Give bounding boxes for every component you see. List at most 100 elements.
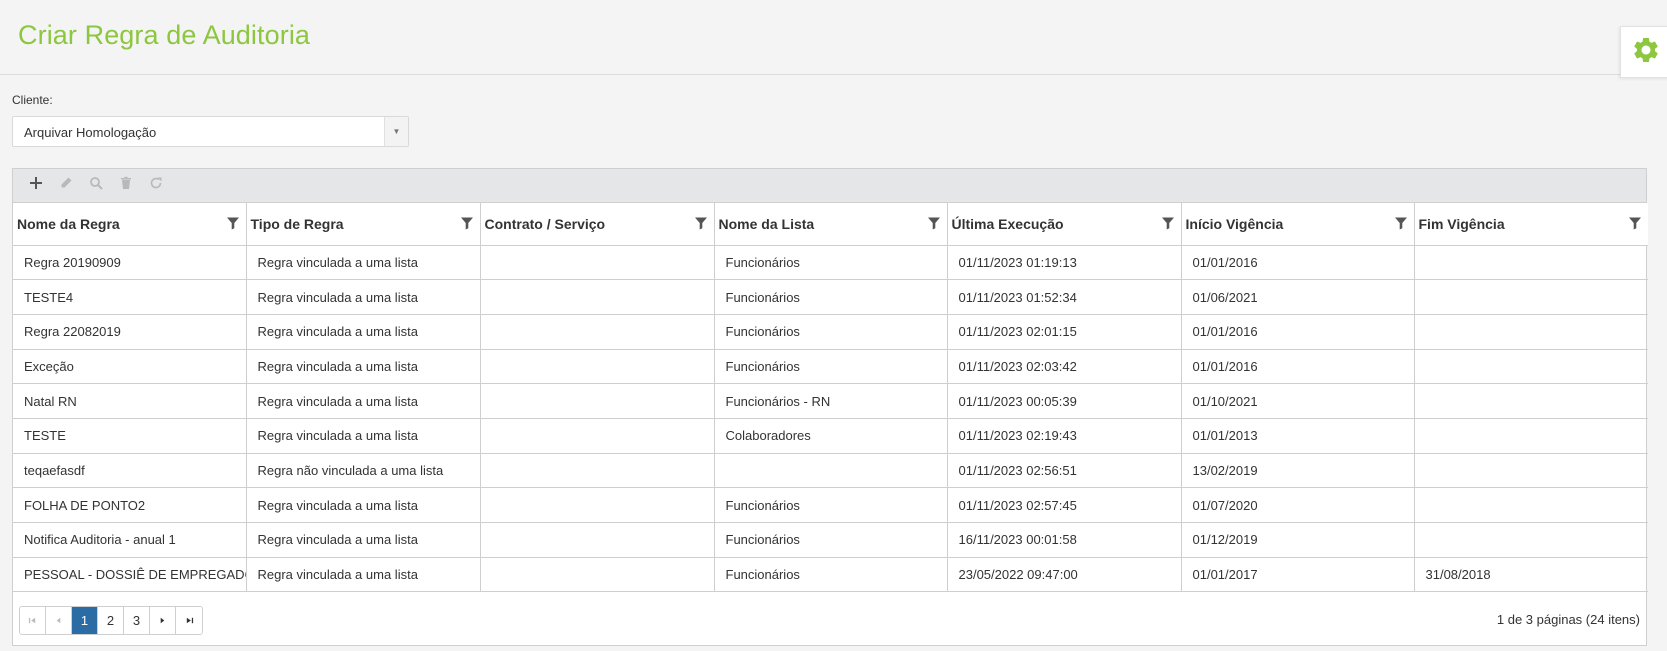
last-page-button[interactable] [176,607,202,634]
table-cell: TESTE [13,418,247,454]
refresh-button[interactable] [141,172,171,200]
table-row[interactable]: Regra 22082019 Regra vinculada a uma list… [13,314,1648,350]
table-cell: 01/12/2019 [1181,522,1415,558]
refresh-icon [149,176,163,195]
client-select-value: Arquivar Homologação [24,125,157,140]
column-header-label: Fim Vigência [1418,215,1505,232]
chevron-right-icon [158,613,167,628]
plus-icon [29,176,43,195]
filter-icon[interactable] [1628,216,1642,230]
table-cell [1414,349,1648,385]
table-header-row: Nome da Regra Tipo de Regra Contrato / Ser… [13,203,1648,246]
column-header[interactable]: Início Vigência [1181,203,1415,246]
table-cell [480,245,715,281]
table-cell: 16/11/2023 00:01:58 [947,522,1182,558]
table-cell: 01/07/2020 [1181,487,1415,523]
table-cell: 01/11/2023 01:19:13 [947,245,1182,281]
table-row[interactable]: FOLHA DE PONTO2 Regra vinculada a uma lis… [13,487,1648,523]
table-cell: 01/01/2017 [1181,557,1415,593]
table-cell [480,522,715,558]
table-cell: 01/11/2023 02:01:15 [947,314,1182,350]
table-cell: Funcionários - RN [714,383,948,419]
pencil-icon [59,176,73,195]
table-cell [1414,418,1648,454]
table-row[interactable]: TESTE Regra vinculada a uma lista Colabora… [13,418,1648,454]
table-cell: 01/01/2013 [1181,418,1415,454]
page-button-1[interactable]: 1 [72,607,98,634]
last-page-icon [185,613,194,628]
column-header[interactable]: Última Execução [947,203,1182,246]
edit-button[interactable] [51,172,81,200]
settings-button[interactable] [1620,26,1667,78]
table-cell: Regra vinculada a uma lista [246,487,481,523]
table-row[interactable]: teqaefasdf Regra não vinculada a uma list… [13,453,1648,489]
table-cell [480,557,715,593]
table-cell: Natal RN [13,383,247,419]
table-cell: Regra vinculada a uma lista [246,418,481,454]
table-row[interactable]: PESSOAL - DOSSIÊ DE EMPREGADO Regra vincu… [13,557,1648,593]
table-cell: PESSOAL - DOSSIÊ DE EMPREGADO [13,557,247,593]
client-select[interactable]: Arquivar Homologação ▼ [12,116,409,147]
table-cell [1414,279,1648,315]
filter-icon[interactable] [927,216,941,230]
table-cell: 01/01/2016 [1181,314,1415,350]
first-page-button[interactable] [20,607,46,634]
page-button-2[interactable]: 2 [98,607,124,634]
table-cell: Funcionários [714,522,948,558]
table-cell [480,418,715,454]
add-button[interactable] [21,172,51,200]
table-cell [1414,245,1648,281]
delete-button[interactable] [111,172,141,200]
column-header-label: Última Execução [951,215,1064,232]
table-row[interactable]: Exceção Regra vinculada a uma lista Funcio… [13,349,1648,385]
table-cell: Funcionários [714,557,948,593]
chevron-down-icon[interactable]: ▼ [384,117,408,146]
column-header[interactable]: Fim Vigência [1414,203,1648,246]
filter-icon[interactable] [1394,216,1408,230]
table-cell [1414,487,1648,523]
table-cell: 23/05/2022 09:47:00 [947,557,1182,593]
page-title: Criar Regra de Auditoria [18,20,311,50]
column-header[interactable]: Nome da Lista [714,203,948,246]
table-cell: 13/02/2019 [1181,453,1415,489]
column-header[interactable]: Tipo de Regra [246,203,481,246]
filter-icon[interactable] [226,216,240,230]
table-cell: Notifica Auditoria - anual 1 [13,522,247,558]
table-row[interactable]: Regra 20190909 Regra vinculada a uma list… [13,245,1648,281]
rules-grid: Nome da Regra Tipo de Regra Contrato / Ser… [12,168,1648,646]
filter-icon[interactable] [694,216,708,230]
table-cell: Regra não vinculada a uma lista [246,453,481,489]
table-cell: Regra 20190909 [13,245,247,281]
page-button-3[interactable]: 3 [124,607,150,634]
table-cell: Funcionários [714,314,948,350]
column-header-label: Contrato / Serviço [484,215,606,232]
table-cell [480,314,715,350]
pagination: 1 2 3 1 de 3 páginas (24 itens) [13,595,1646,645]
table-cell: Funcionários [714,487,948,523]
table-cell: 01/11/2023 02:56:51 [947,453,1182,489]
column-header[interactable]: Nome da Regra [13,203,247,246]
table-row[interactable]: TESTE4 Regra vinculada a uma lista Funcion… [13,279,1648,315]
table-cell [480,453,715,489]
client-label: Cliente: [12,93,53,107]
table-cell: Regra vinculada a uma lista [246,522,481,558]
table-row[interactable]: Notifica Auditoria - anual 1 Regra vincul… [13,522,1648,558]
table-cell [1414,453,1648,489]
table-row[interactable]: Natal RN Regra vinculada a uma lista Funci… [13,383,1648,419]
table-cell: Funcionários [714,349,948,385]
table-cell [1414,522,1648,558]
rules-table: Nome da Regra Tipo de Regra Contrato / Ser… [13,203,1648,593]
trash-icon [119,176,133,195]
table-cell: Funcionários [714,279,948,315]
search-button[interactable] [81,172,111,200]
filter-icon[interactable] [460,216,474,230]
column-header-label: Início Vigência [1185,215,1284,232]
table-cell [1414,383,1648,419]
filter-icon[interactable] [1161,216,1175,230]
prev-page-button[interactable] [46,607,72,634]
column-header[interactable]: Contrato / Serviço [480,203,715,246]
table-cell: 01/11/2023 01:52:34 [947,279,1182,315]
table-body: Regra 20190909 Regra vinculada a uma list… [13,245,1648,593]
next-page-button[interactable] [150,607,176,634]
table-cell: Regra vinculada a uma lista [246,279,481,315]
